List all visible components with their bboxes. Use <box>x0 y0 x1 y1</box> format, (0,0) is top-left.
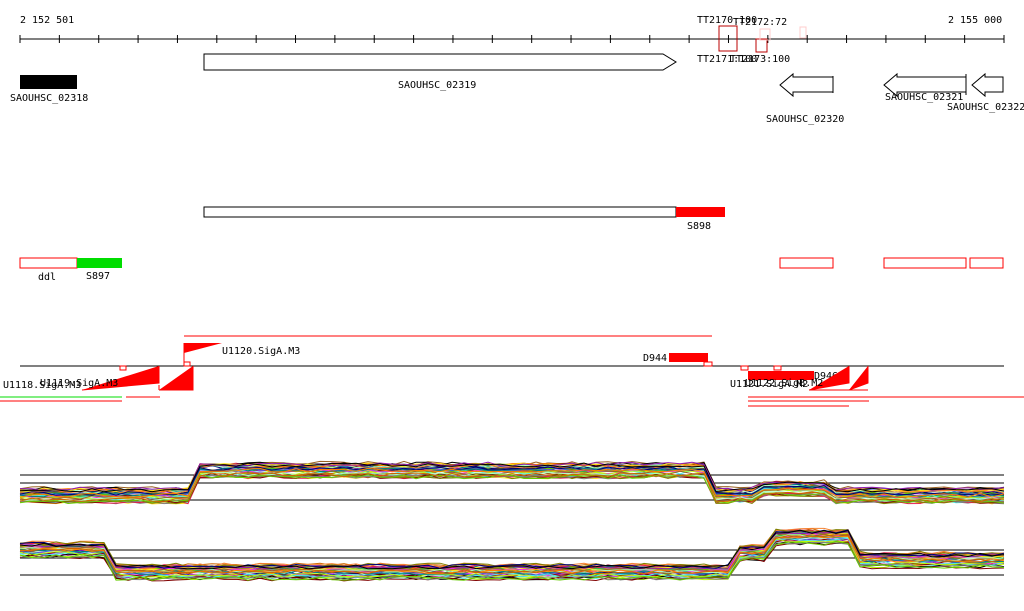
gene-label: SAOUHSC_02322 <box>947 102 1024 113</box>
genome-browser: 2 152 501 2 155 000 TT2170:100 TT2172:72… <box>0 15 1024 582</box>
terminator-label: TT2172:72 <box>733 17 787 28</box>
region-s898[interactable] <box>676 207 725 217</box>
ruler <box>19 35 1005 43</box>
promoter-label: U1120.SigA.M3 <box>222 346 300 357</box>
terminator-tt2172[interactable] <box>759 28 771 41</box>
region[interactable] <box>969 257 1004 269</box>
region[interactable] <box>883 257 967 269</box>
region-label: ddl <box>38 272 56 283</box>
gene-label: SAOUHSC_02319 <box>398 80 476 91</box>
ruler-start-label: 2 152 501 <box>20 15 74 26</box>
gene-saouhsc-02320-arrow[interactable] <box>779 72 834 98</box>
promoter-d944[interactable] <box>669 353 708 362</box>
terminator-label: TT2173:100 <box>730 54 790 65</box>
region-s897[interactable] <box>77 258 122 268</box>
promoter-u1120-marker[interactable] <box>184 343 222 353</box>
region[interactable] <box>779 257 834 269</box>
gene-saouhsc-02322-arrow[interactable] <box>971 72 1004 98</box>
terminator-tt2173[interactable] <box>755 38 768 53</box>
region-label: S898 <box>687 221 711 232</box>
expression-panel-2 <box>19 527 1005 582</box>
region-operon[interactable] <box>203 206 677 218</box>
region-label: S897 <box>86 271 110 282</box>
ruler-end-label: 2 155 000 <box>948 15 1002 26</box>
promoter-label: D944 <box>643 353 667 364</box>
terminator-small[interactable] <box>799 26 807 39</box>
gene-saouhsc-02318[interactable] <box>20 75 77 89</box>
gene-saouhsc-02319-arrow[interactable] <box>203 53 677 71</box>
promoter-marker[interactable] <box>159 366 194 391</box>
gene-label: SAOUHSC_02320 <box>766 114 844 125</box>
gene-label: SAOUHSC_02318 <box>10 93 88 104</box>
promoter-label: U1119.SigA.M3 <box>40 378 118 389</box>
expression-panel-1 <box>19 460 1005 505</box>
promoter-label: U1122.SigB.M2 <box>745 378 823 389</box>
region-ddl[interactable] <box>19 257 78 269</box>
